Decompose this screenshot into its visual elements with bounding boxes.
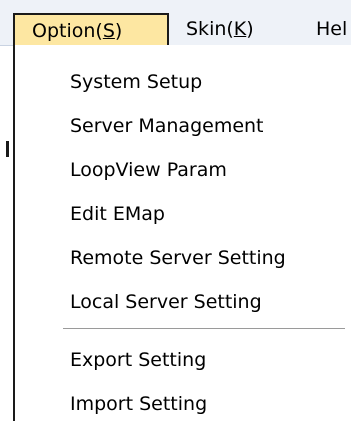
menu-skin-suffix: ) xyxy=(246,18,254,40)
menu-skin-label: Skin( xyxy=(186,18,234,40)
menu-skin-mnemonic: K xyxy=(233,18,247,40)
menu-item-local-server-setting[interactable]: Local Server Setting xyxy=(70,283,262,321)
menu-item-export-setting[interactable]: Export Setting xyxy=(70,341,206,379)
window-edge-mark xyxy=(6,141,9,157)
menu-bar: Option(S) Skin(K) Hel xyxy=(0,0,351,46)
menu-option[interactable]: Option(S) xyxy=(13,13,169,45)
menu-help-label: Hel xyxy=(316,18,348,40)
menu-item-server-management[interactable]: Server Management xyxy=(70,107,264,145)
menu-item-remote-server-setting[interactable]: Remote Server Setting xyxy=(70,239,286,277)
menu-option-mnemonic: S xyxy=(102,20,115,42)
menu-item-import-setting[interactable]: Import Setting xyxy=(70,385,207,421)
menu-help[interactable]: Hel xyxy=(316,13,347,45)
menu-item-edit-emap[interactable]: Edit EMap xyxy=(70,195,165,233)
menu-option-suffix: ) xyxy=(114,20,123,42)
option-dropdown-menu: System Setup Server Management LoopView … xyxy=(13,45,351,421)
application-window: Option(S) Skin(K) Hel System Setup Serve… xyxy=(0,0,351,421)
menu-separator xyxy=(63,328,345,330)
menu-item-system-setup[interactable]: System Setup xyxy=(70,63,202,101)
menu-item-loopview-param[interactable]: LoopView Param xyxy=(70,151,227,189)
menu-option-label: Option( xyxy=(32,20,103,42)
menu-skin[interactable]: Skin(K) xyxy=(186,13,254,45)
menu-icon-column xyxy=(15,45,61,421)
